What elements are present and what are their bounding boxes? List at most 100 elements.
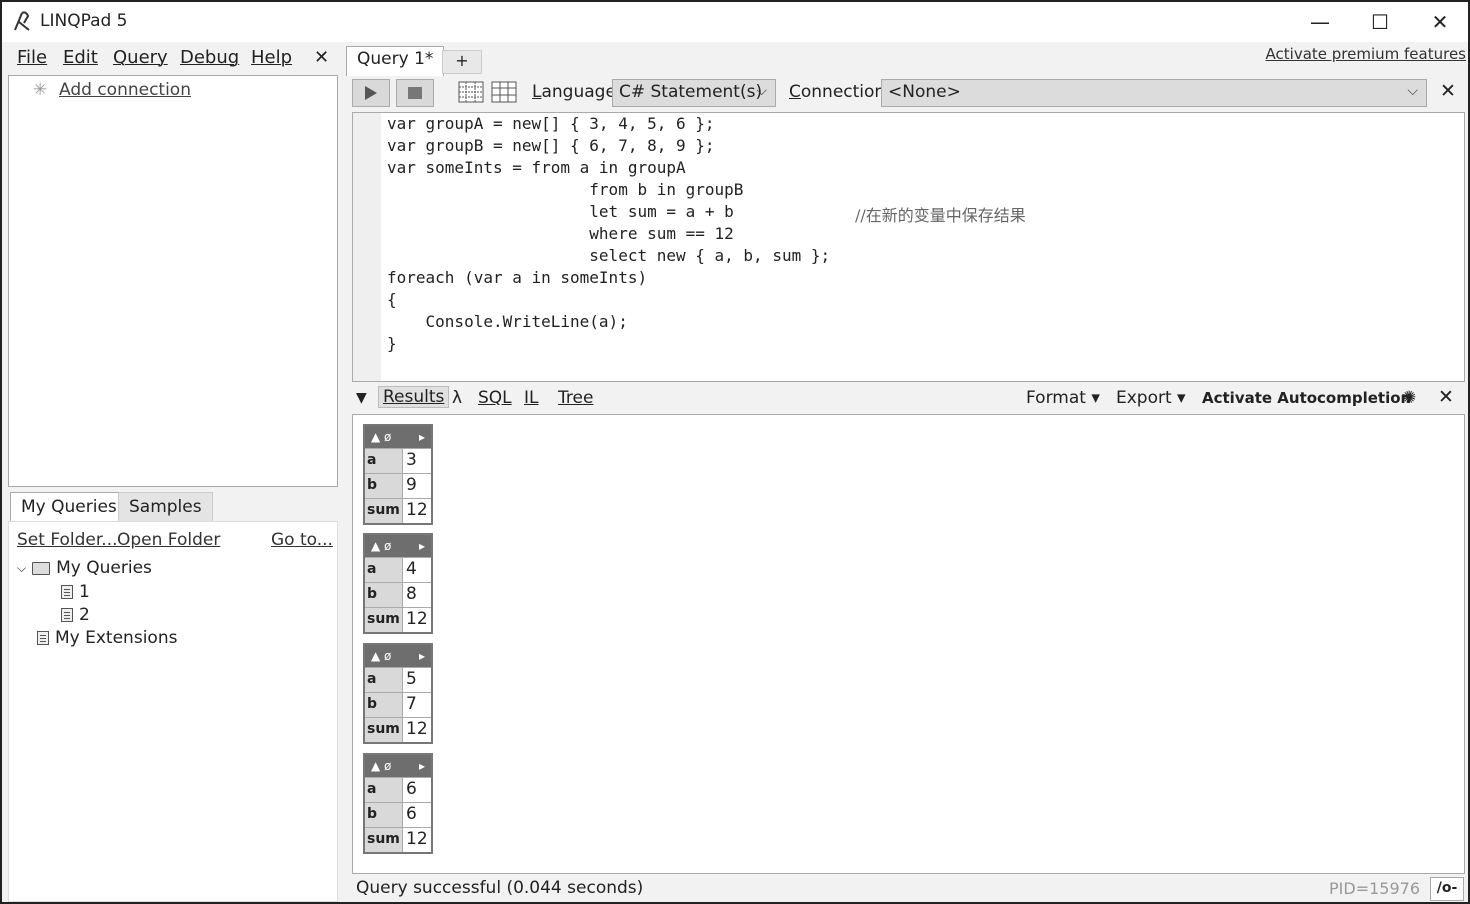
result-key: sum [365, 828, 403, 852]
tree-label: 1 [79, 582, 90, 602]
tab-results[interactable]: Results [378, 386, 450, 408]
activate-autocompletion-button[interactable]: Activate Autocompletion [1202, 389, 1411, 407]
result-value: 9 [406, 475, 417, 495]
result-header-left: ▲ ø [371, 539, 392, 553]
result-key: a [365, 668, 403, 692]
stop-icon [408, 87, 422, 99]
connection-label: Connection [789, 82, 886, 102]
results-toolbar: ▼ Results λ SQL IL Tree Format ▾ Export … [352, 384, 1465, 414]
result-header-left: ▲ ø [371, 759, 392, 773]
tree-query-2[interactable]: 2 [61, 605, 90, 625]
new-query-button[interactable]: + [442, 50, 482, 74]
expand-icon[interactable]: ▸ [419, 649, 425, 663]
menu-file[interactable]: File [17, 47, 47, 68]
maximize-button[interactable]: ☐ [1350, 2, 1410, 42]
activate-premium-link[interactable]: Activate premium features [1266, 45, 1466, 63]
tab-lambda[interactable]: λ [452, 388, 462, 408]
result-key: sum [365, 718, 403, 742]
export-label: Export [1116, 388, 1172, 408]
set-folder-link[interactable]: Set Folder... [17, 530, 118, 550]
tree-label: My Queries [56, 558, 152, 578]
menu-debug[interactable]: Debug [180, 47, 239, 68]
export-menu[interactable]: Export ▾ [1116, 388, 1186, 408]
expand-icon[interactable]: ▸ [419, 759, 425, 773]
stop-button[interactable] [396, 79, 434, 107]
result-header-left: ▲ ø [371, 430, 392, 444]
code-line-10: Console.WriteLine(a); [387, 312, 628, 331]
result-header[interactable]: ▲ ø ▸ [365, 645, 431, 667]
language-select[interactable]: C# Statement(s) ⌵ [612, 79, 776, 107]
chevron-down-icon: ⌵ [756, 83, 767, 99]
tab-tree[interactable]: Tree [558, 388, 593, 408]
menu-help[interactable]: Help [251, 47, 292, 68]
tab-query-1[interactable]: Query 1* [346, 46, 445, 76]
close-results-icon[interactable]: ✕ [1438, 386, 1454, 408]
status-bar: Query successful (0.044 seconds) PID=159… [346, 876, 1468, 902]
result-row-b: b7 [365, 692, 431, 717]
result-value: 4 [406, 559, 417, 579]
result-value: 12 [406, 719, 428, 739]
go-to-link[interactable]: Go to... [271, 530, 333, 550]
queries-tabs: My Queries Samples [8, 492, 338, 522]
expand-icon[interactable]: ▸ [419, 539, 425, 553]
tab-sql[interactable]: SQL [478, 388, 512, 408]
tree-query-1[interactable]: 1 [61, 582, 90, 602]
connection-select[interactable]: <None> ⌵ [881, 79, 1427, 107]
tree-label: 2 [79, 605, 90, 625]
run-button[interactable] [352, 79, 390, 107]
result-header[interactable]: ▲ ø ▸ [365, 535, 431, 557]
result-key: b [365, 693, 403, 717]
code-comment: //在新的变量中保存结果 [855, 206, 1026, 225]
result-value: 3 [406, 450, 417, 470]
result-row-a: a3 [365, 448, 431, 473]
close-query-icon[interactable]: ✕ [1440, 80, 1456, 102]
result-key: a [365, 449, 403, 473]
menu-edit[interactable]: Edit [63, 47, 98, 68]
expand-icon[interactable]: ▸ [419, 430, 425, 444]
result-row-a: a5 [365, 667, 431, 692]
menu-bar: File Edit Query Debug Help ✕ [2, 42, 342, 74]
result-key: a [365, 558, 403, 582]
collapse-results-icon[interactable]: ▼ [356, 390, 367, 406]
result-row-b: b6 [365, 802, 431, 827]
result-value: 12 [406, 500, 428, 520]
results-rich-text-icon[interactable] [458, 81, 484, 103]
minimize-button[interactable]: — [1290, 2, 1350, 42]
connection-value: <None> [888, 82, 961, 102]
io-toggle-button[interactable]: /o- [1430, 877, 1464, 901]
code-editor[interactable]: var groupA = new[] { 3, 4, 5, 6 }; var g… [352, 112, 1465, 382]
window-title: LINQPad 5 [40, 11, 128, 31]
tab-il[interactable]: IL [524, 388, 539, 408]
result-row-b: b8 [365, 582, 431, 607]
result-value: 7 [406, 694, 417, 714]
result-key: b [365, 474, 403, 498]
close-window-button[interactable]: ✕ [1410, 2, 1468, 42]
format-menu[interactable]: Format ▾ [1026, 388, 1100, 408]
close-menu-icon[interactable]: ✕ [314, 47, 329, 68]
add-connection-link[interactable]: Add connection [59, 80, 191, 100]
results-grid-icon[interactable] [491, 81, 517, 103]
code-line-8: foreach (var a in someInts) [387, 268, 648, 287]
code-line-9: { [387, 290, 397, 309]
add-connection-icon: ✳ [33, 80, 48, 100]
tree-my-extensions[interactable]: My Extensions [37, 628, 177, 648]
tree-my-queries[interactable]: ⌵ My Queries [17, 558, 152, 578]
result-value: 8 [406, 584, 417, 604]
chevron-down-icon: ⌵ [1407, 83, 1418, 99]
file-icon [61, 585, 73, 599]
tab-my-queries[interactable]: My Queries [10, 492, 128, 522]
result-header[interactable]: ▲ ø ▸ [365, 426, 431, 448]
result-object: ▲ ø ▸ a3 b9 sum 12 [363, 424, 433, 525]
menu-query[interactable]: Query [113, 47, 168, 68]
result-header-left: ▲ ø [371, 649, 392, 663]
result-key: b [365, 803, 403, 827]
open-folder-link[interactable]: Open Folder [117, 530, 220, 550]
linqpad-logo-icon [14, 11, 30, 31]
tab-samples[interactable]: Samples [118, 492, 213, 522]
result-header[interactable]: ▲ ø ▸ [365, 755, 431, 777]
chevron-down-icon[interactable]: ⌵ [17, 561, 26, 576]
language-value: C# Statement(s) [619, 82, 763, 102]
result-value: 5 [406, 669, 417, 689]
play-icon [365, 86, 377, 100]
result-key: b [365, 583, 403, 607]
